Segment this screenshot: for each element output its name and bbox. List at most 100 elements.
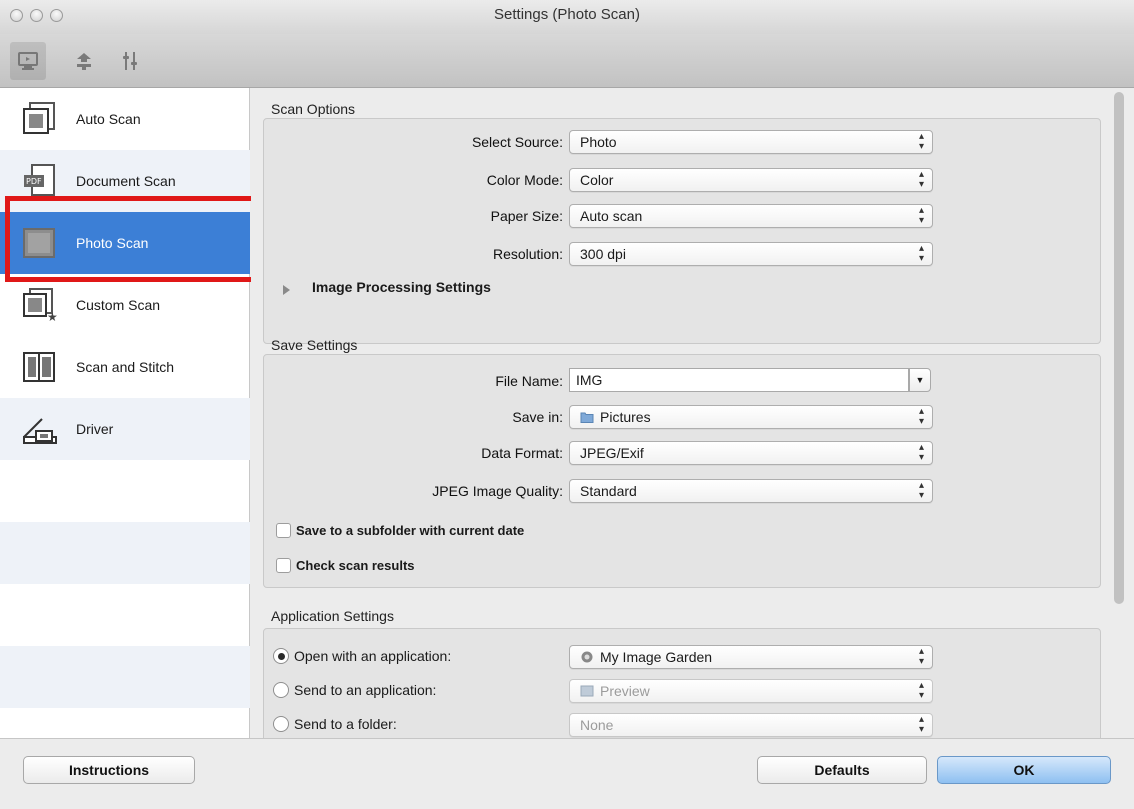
defaults-button[interactable]: Defaults [757,756,927,784]
save-in-label: Save in: [512,409,563,425]
general-settings-icon [123,52,137,70]
photo-scan-icon [23,228,55,258]
popup-arrows-icon: ▴ ▾ [918,442,924,463]
send-to-app-value: Preview [600,683,650,699]
sidebar-item-document-scan[interactable]: PDF Document Scan [0,150,250,212]
open-with-app-label: Open with an application: [294,648,452,664]
sidebar-stripe [0,646,250,708]
application-settings-title: Application Settings [271,608,394,624]
select-source-label: Select Source: [471,134,563,150]
send-to-app-popup[interactable]: Preview ▴ ▾ [569,679,933,703]
title-bar: Settings (Photo Scan) [0,0,1134,34]
popup-arrows-icon: ▴ ▾ [918,406,924,427]
send-to-app-radio-row[interactable]: Send to an application: [273,682,436,698]
check-results-checkbox-row[interactable]: Check scan results [276,558,415,573]
resolution-popup[interactable]: 300 dpi ▴ ▾ [569,242,933,266]
data-format-popup[interactable]: JPEG/Exif ▴ ▾ [569,441,933,465]
subfolder-checkbox[interactable] [276,523,291,538]
image-processing-disclosure[interactable]: Image Processing Settings [283,279,491,295]
popup-arrows-icon: ▴ ▾ [918,169,924,190]
send-to-folder-radio[interactable] [273,716,289,732]
select-source-value: Photo [580,134,617,150]
scan-from-operation-panel-icon [77,53,91,70]
popup-arrows-icon: ▴ ▾ [918,243,924,264]
subfolder-checkbox-row[interactable]: Save to a subfolder with current date [276,523,524,538]
sidebar-item-label: Auto Scan [76,111,141,127]
sidebar-item-driver[interactable]: Driver [0,398,250,460]
dialog-footer: Instructions Defaults OK [0,738,1134,809]
window-title: Settings (Photo Scan) [494,6,640,23]
svg-text:PDF: PDF [26,177,42,186]
auto-scan-icon [23,102,55,134]
color-mode-popup[interactable]: Color ▴ ▾ [569,168,933,192]
check-results-label: Check scan results [296,558,415,573]
preview-app-icon [580,685,594,697]
scan-from-computer-tab[interactable] [10,42,46,80]
open-with-app-radio[interactable] [273,648,289,664]
color-mode-label: Color Mode: [486,172,563,188]
paper-size-value: Auto scan [580,208,643,224]
zoom-window-button[interactable] [50,9,63,22]
sidebar-stripe [0,522,250,584]
general-settings-tab[interactable] [112,42,148,80]
toolbar [0,34,1134,88]
custom-scan-icon: ★ [23,288,58,323]
resolution-label: Resolution: [492,246,563,262]
folder-icon [580,412,594,423]
disclosure-triangle-icon [283,285,290,295]
instructions-button[interactable]: Instructions [23,756,195,784]
jpeg-quality-popup[interactable]: Standard ▴ ▾ [569,479,933,503]
open-with-app-radio-row[interactable]: Open with an application: [273,648,451,664]
sidebar-item-label: Driver [76,421,114,437]
save-in-value: Pictures [600,409,651,425]
send-to-folder-value: None [580,717,614,733]
send-to-app-radio[interactable] [273,682,289,698]
paper-size-label: Paper Size: [490,208,563,224]
file-name-label: File Name: [495,373,563,389]
svg-text:★: ★ [47,310,58,323]
sidebar-item-custom-scan[interactable]: ★ Custom Scan [0,274,250,336]
scan-and-stitch-icon [23,352,55,382]
send-to-folder-radio-row[interactable]: Send to a folder: [273,716,397,732]
sidebar-item-scan-and-stitch[interactable]: Scan and Stitch [0,336,250,398]
select-source-popup[interactable]: Photo ▴ ▾ [569,130,933,154]
popup-arrows-icon: ▴ ▾ [918,480,924,501]
data-format-value: JPEG/Exif [580,445,644,461]
send-to-folder-label: Send to a folder: [294,716,397,732]
sidebar-item-auto-scan[interactable]: Auto Scan [0,88,250,150]
scan-from-computer-icon [18,52,38,70]
color-mode-value: Color [580,172,614,188]
open-with-app-value: My Image Garden [600,649,713,665]
settings-panel: Scan Options Select Source: Photo ▴ ▾ Col… [251,88,1134,748]
document-scan-icon: PDF [24,164,55,196]
settings-scrollbar[interactable] [1114,92,1124,604]
sidebar-item-label: Photo Scan [76,235,149,251]
file-name-dropdown-button[interactable]: ▼ [909,368,931,392]
my-image-garden-icon [581,651,593,663]
scan-options-title: Scan Options [271,101,356,117]
scan-from-operation-panel-tab[interactable] [66,42,102,80]
jpeg-quality-value: Standard [580,483,637,499]
save-in-popup[interactable]: Pictures ▴ ▾ [569,405,933,429]
ok-button[interactable]: OK [937,756,1111,784]
close-window-button[interactable] [10,9,23,22]
subfolder-label: Save to a subfolder with current date [296,523,525,538]
resolution-value: 300 dpi [580,246,626,262]
sidebar-item-label: Document Scan [76,173,176,189]
scan-type-sidebar: Auto Scan PDF Document Scan Photo Scan ★… [0,88,250,738]
save-settings-title: Save Settings [271,337,358,353]
image-processing-label: Image Processing Settings [312,279,491,295]
driver-icon [23,418,57,444]
minimize-window-button[interactable] [30,9,43,22]
sidebar-item-label: Scan and Stitch [76,359,175,375]
send-to-folder-popup[interactable]: None ▴ ▾ [569,713,933,737]
popup-arrows-icon: ▴ ▾ [918,205,924,226]
jpeg-quality-label: JPEG Image Quality: [432,483,563,499]
sidebar-item-photo-scan[interactable]: Photo Scan [0,212,250,274]
popup-arrows-icon: ▴ ▾ [918,680,924,701]
paper-size-popup[interactable]: Auto scan ▴ ▾ [569,204,933,228]
popup-arrows-icon: ▴ ▾ [918,714,924,735]
file-name-input[interactable]: IMG [569,368,909,392]
check-results-checkbox[interactable] [276,558,291,573]
open-with-app-popup[interactable]: My Image Garden ▴ ▾ [569,645,933,669]
